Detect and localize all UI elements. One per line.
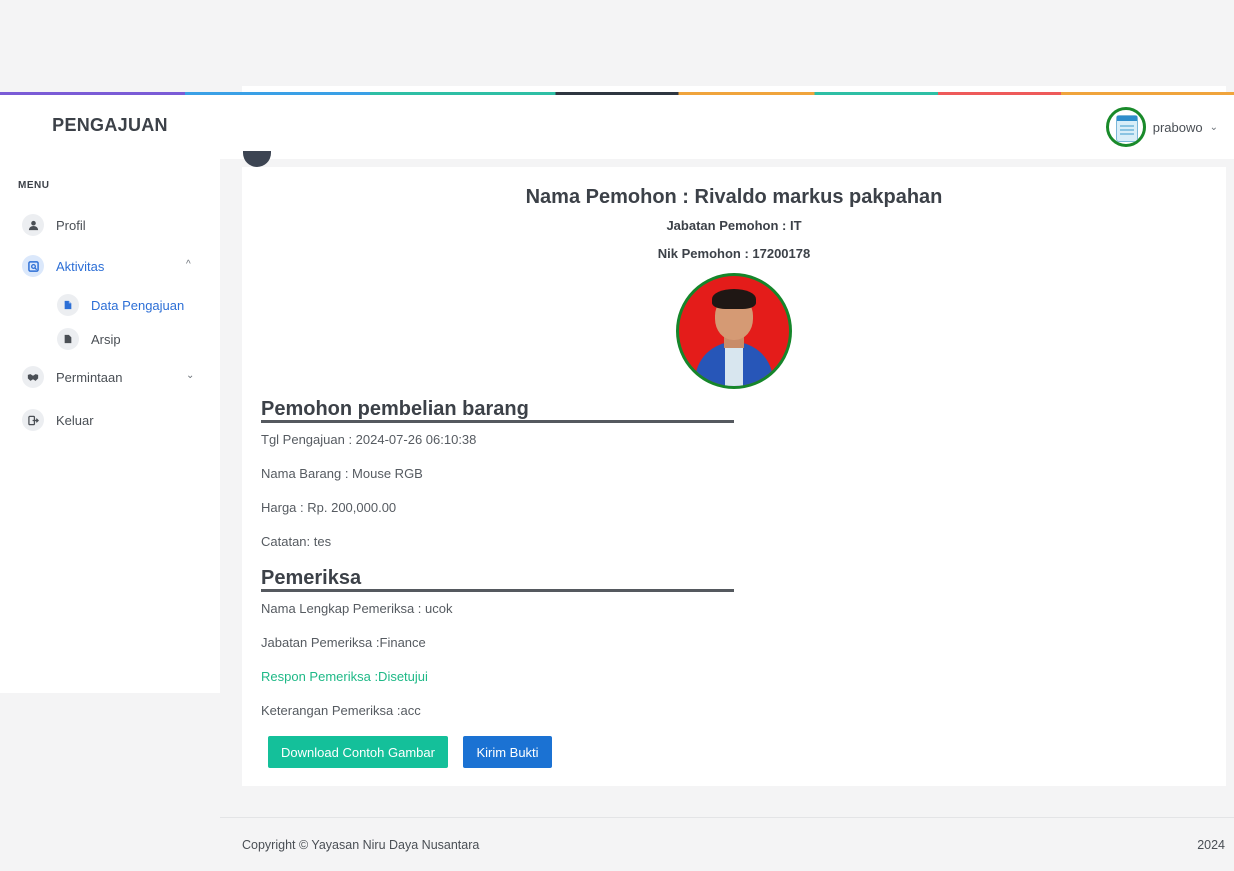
sidebar: PENGAJUAN MENU Profil Aktivitas ^ Data P… bbox=[0, 95, 220, 693]
handshake-icon bbox=[22, 366, 44, 388]
section-divider bbox=[261, 420, 734, 423]
purchase-note: Catatan: tes bbox=[261, 534, 332, 549]
avatar[interactable] bbox=[1105, 107, 1146, 147]
section-divider bbox=[261, 589, 734, 592]
detail-card: Nama Pemohon : Rivaldo markus pakpahan J… bbox=[242, 167, 1226, 786]
user-menu[interactable]: prabowo ⌄ bbox=[1105, 104, 1218, 150]
sidebar-item-label: Profil bbox=[56, 217, 86, 233]
back-button[interactable] bbox=[243, 151, 271, 167]
chevron-down-icon: ⌄ bbox=[1209, 121, 1218, 133]
item-name: Nama Barang : Mouse RGB bbox=[261, 466, 423, 481]
file-icon bbox=[57, 294, 79, 316]
applicant-nik: Nik Pemohon : 17200178 bbox=[657, 246, 811, 261]
sidebar-item-label: Permintaan bbox=[56, 369, 123, 385]
file-icon bbox=[57, 328, 79, 350]
applicant-position: Jabatan Pemohon : IT bbox=[666, 218, 802, 233]
reviewer-name: Nama Lengkap Pemeriksa : ucok bbox=[261, 601, 453, 616]
sidebar-subitem-label: Data Pengajuan bbox=[91, 297, 185, 313]
applicant-name: Nama Pemohon : Rivaldo markus pakpahan bbox=[525, 186, 943, 208]
reviewer-remark: Keterangan Pemeriksa :acc bbox=[261, 703, 421, 718]
brand-title: PENGAJUAN bbox=[52, 115, 168, 135]
purchase-heading: Pemohon pembelian barang bbox=[261, 398, 529, 420]
chevron-up-icon[interactable]: ^ bbox=[186, 259, 191, 270]
submission-date: Tgl Pengajuan : 2024-07-26 06:10:38 bbox=[261, 432, 477, 447]
footer-copyright: Copyright © Yayasan Niru Daya Nusantara bbox=[242, 838, 480, 852]
user-icon bbox=[22, 214, 44, 236]
activity-icon bbox=[22, 255, 44, 277]
send-proof-button[interactable]: Kirim Bukti bbox=[463, 736, 552, 768]
sidebar-item-aktivitas[interactable]: Aktivitas bbox=[22, 255, 104, 277]
sidebar-item-profil[interactable]: Profil bbox=[22, 214, 86, 236]
username: prabowo bbox=[1152, 119, 1203, 135]
sidebar-subitem-data-pengajuan[interactable]: Data Pengajuan bbox=[57, 294, 184, 316]
item-price: Harga : Rp. 200,000.00 bbox=[261, 500, 397, 515]
reviewer-position: Jabatan Pemeriksa :Finance bbox=[261, 635, 426, 650]
sidebar-item-label: Keluar bbox=[56, 412, 94, 428]
menu-label: MENU bbox=[18, 180, 50, 191]
chevron-down-icon[interactable]: ⌄ bbox=[186, 370, 194, 381]
sidebar-subitem-label: Arsip bbox=[91, 331, 121, 347]
sidebar-item-permintaan[interactable]: Permintaan bbox=[22, 366, 122, 388]
download-sample-button[interactable]: Download Contoh Gambar bbox=[268, 736, 448, 768]
reviewer-response: Respon Pemeriksa :Disetujui bbox=[261, 669, 428, 684]
reviewer-heading: Pemeriksa bbox=[261, 567, 362, 589]
logout-icon bbox=[22, 409, 44, 431]
footer-year: 2024 bbox=[1197, 838, 1225, 852]
footer-divider bbox=[220, 817, 1234, 818]
sidebar-item-label: Aktivitas bbox=[56, 258, 105, 274]
top-header: prabowo ⌄ bbox=[220, 95, 1234, 159]
sidebar-item-keluar[interactable]: Keluar bbox=[22, 409, 94, 431]
applicant-photo bbox=[676, 273, 792, 389]
sidebar-subitem-arsip[interactable]: Arsip bbox=[57, 328, 121, 350]
